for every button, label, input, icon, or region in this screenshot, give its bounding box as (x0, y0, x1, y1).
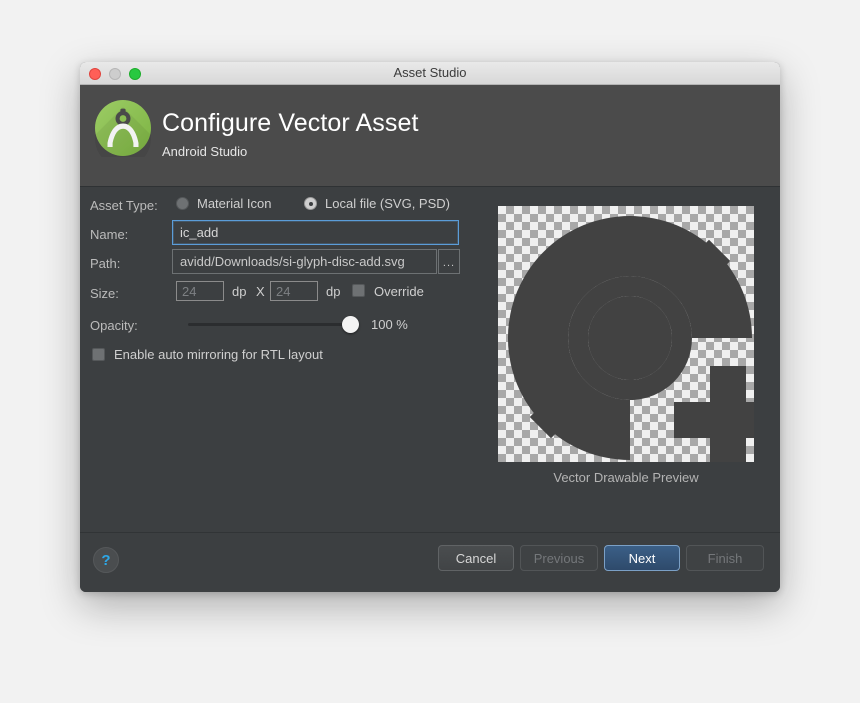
next-button[interactable]: Next (604, 545, 680, 571)
asset-type-radio-group[interactable]: Material Icon Local file (SVG, PSD) (176, 196, 486, 216)
path-browse-button[interactable]: ... (438, 249, 460, 274)
rtl-mirroring-label: Enable auto mirroring for RTL layout (114, 347, 323, 362)
page-subtitle: Android Studio (162, 144, 248, 159)
opacity-slider-track[interactable] (188, 323, 358, 326)
finish-button[interactable]: Finish (686, 545, 764, 571)
radio-unselected-icon (176, 197, 189, 210)
override-checkbox[interactable] (352, 284, 365, 297)
preview-caption: Vector Drawable Preview (553, 470, 699, 485)
rtl-mirroring-checkbox[interactable] (92, 348, 105, 361)
size-height-unit: dp (326, 284, 341, 299)
path-input[interactable]: avidd/Downloads/si-glyph-disc-add.svg (172, 249, 437, 274)
size-separator: X (256, 284, 265, 299)
window-titlebar: Asset Studio (80, 62, 780, 85)
help-button[interactable]: ? (93, 547, 119, 573)
radio-local-file-label: Local file (SVG, PSD) (325, 196, 450, 211)
radio-material-icon-label: Material Icon (197, 196, 272, 211)
size-height-input[interactable]: 24 (270, 281, 318, 301)
cancel-button[interactable]: Cancel (438, 545, 514, 571)
dialog-footer: ? Cancel Previous Next Finish (80, 532, 780, 592)
size-label: Size: (90, 286, 119, 301)
window-title: Asset Studio (393, 65, 467, 80)
path-label: Path: (90, 256, 121, 271)
radio-selected-icon (304, 197, 317, 210)
android-studio-logo-icon (94, 99, 152, 167)
page-title: Configure Vector Asset (162, 109, 419, 137)
radio-local-file[interactable]: Local file (SVG, PSD) (304, 196, 450, 211)
asset-studio-window: Asset Studio Configure Vector Asset Andr… (80, 62, 780, 592)
dialog-body: Asset Type: Material Icon Local file (SV… (80, 187, 780, 532)
header-text-block: Configure Vector Asset Android Studio (162, 109, 419, 159)
override-label: Override (374, 284, 424, 299)
disc-add-glyph-icon (507, 216, 754, 462)
asset-type-label: Asset Type: (90, 198, 158, 213)
size-width-input[interactable]: 24 (176, 281, 224, 301)
name-input[interactable]: ic_add (172, 220, 459, 245)
radio-material-icon[interactable]: Material Icon (176, 196, 271, 211)
name-label: Name: (90, 227, 129, 242)
size-width-unit: dp (232, 284, 247, 299)
question-mark-icon: ? (101, 551, 111, 569)
opacity-label: Opacity: (90, 318, 138, 333)
vector-drawable-preview (498, 206, 754, 462)
previous-button[interactable]: Previous (520, 545, 598, 571)
dialog-header: Configure Vector Asset Android Studio (80, 85, 780, 187)
opacity-value: 100 % (371, 317, 408, 332)
opacity-slider-knob[interactable] (342, 316, 359, 333)
